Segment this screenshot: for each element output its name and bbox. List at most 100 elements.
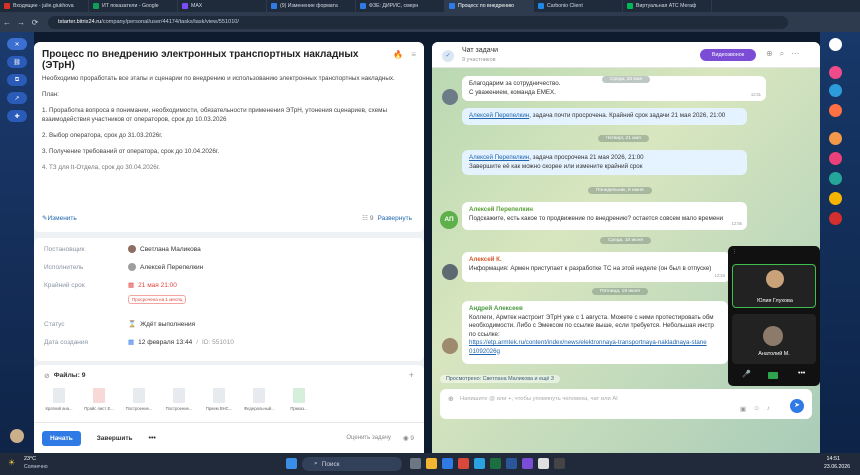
video-call-window[interactable]: ⋮ Юлия Глухова Анатолий М. 🎤 ••• bbox=[728, 246, 820, 386]
browser-tab[interactable]: Виртуальная АТС Мегаф bbox=[623, 0, 712, 12]
avatar bbox=[766, 270, 784, 288]
date-separator: Среда, 20 мая bbox=[602, 76, 651, 83]
participant-tile[interactable]: Юлия Глухова bbox=[732, 264, 816, 308]
attach-icon[interactable]: ⊕ bbox=[448, 395, 454, 403]
clock-date[interactable]: 23.06.2026 bbox=[806, 464, 850, 470]
participant-tile[interactable]: Анатолий М. bbox=[732, 314, 816, 364]
file-thumbnail[interactable]: Прайс лист Е... bbox=[84, 388, 114, 411]
app-icon[interactable] bbox=[522, 458, 533, 469]
video-call-button[interactable]: Видеозвонок bbox=[700, 49, 756, 61]
address-bar-row: ← → ⟳ tstarter.bitrix24.ru/company/perso… bbox=[0, 12, 860, 32]
close-slider-icon[interactable]: ✕ bbox=[7, 38, 27, 50]
avatar bbox=[128, 245, 136, 253]
rate-task-link[interactable]: Оценить задачу bbox=[346, 435, 391, 441]
search-icon[interactable]: ⌕ bbox=[780, 49, 784, 59]
chat-members[interactable]: 9 участников bbox=[462, 57, 496, 63]
user-avatar[interactable] bbox=[10, 429, 24, 443]
browser-tab[interactable]: ИТ показатели - Google bbox=[89, 0, 178, 12]
viewed-by[interactable]: Просмотрено: Светлана Маликова и ещё 3 bbox=[440, 375, 560, 383]
browser-tab[interactable]: Входящие - julie.giukhova bbox=[0, 0, 89, 12]
expand-link[interactable]: Развернуть bbox=[378, 215, 412, 222]
app-icon[interactable] bbox=[829, 132, 842, 145]
app-icon[interactable] bbox=[554, 458, 565, 469]
file-thumbnail[interactable]: Построение... bbox=[124, 388, 154, 411]
explorer-icon[interactable] bbox=[426, 458, 437, 469]
camera-icon[interactable] bbox=[768, 372, 778, 379]
taskbar-search[interactable]: ⌕ Поиск bbox=[302, 457, 402, 471]
file-thumbnail[interactable]: Прием ВНС... bbox=[204, 388, 234, 411]
app-icon[interactable] bbox=[829, 192, 842, 205]
edge-icon[interactable] bbox=[442, 458, 453, 469]
open-new-window-icon[interactable]: ↗ bbox=[7, 92, 27, 104]
edit-link[interactable]: Изменить bbox=[47, 215, 76, 222]
file-name: Построение... bbox=[125, 406, 153, 411]
copy-icon[interactable]: ⧉ bbox=[7, 74, 27, 86]
emoji-icon[interactable]: ☺ bbox=[753, 405, 760, 413]
app-icon[interactable] bbox=[829, 212, 842, 225]
message-input-box[interactable]: ⊕ Напишите @ или +, чтобы упомянуть чело… bbox=[440, 389, 812, 419]
message-input[interactable]: Напишите @ или +, чтобы упомянуть челове… bbox=[460, 396, 618, 402]
chrome-icon[interactable] bbox=[458, 458, 469, 469]
forward-icon[interactable]: → bbox=[14, 18, 28, 27]
desc-step-2: 2. Выбор оператора, срок до 31.03.2026г. bbox=[42, 132, 163, 139]
start-button[interactable]: Начать bbox=[42, 430, 81, 446]
deadline-value[interactable]: 21 мая 21:00 bbox=[138, 282, 177, 289]
windows-start-icon[interactable] bbox=[286, 458, 297, 469]
chat-link[interactable]: 01092026g bbox=[469, 348, 721, 357]
assignee-name[interactable]: Алексей Перепелкин bbox=[140, 264, 203, 271]
bookmark-icon[interactable]: ✚ bbox=[7, 110, 27, 122]
more-icon[interactable]: ⋯ bbox=[791, 49, 799, 59]
clock-time[interactable]: 14:51 bbox=[810, 456, 841, 462]
more-icon[interactable]: ••• bbox=[798, 370, 805, 377]
app-icon[interactable] bbox=[829, 152, 842, 165]
weather-icon: ☀ bbox=[8, 458, 16, 467]
chat-link[interactable]: https://etp.armtek.ru/content/index/news… bbox=[469, 339, 721, 348]
browser-tab[interactable]: Процесс по внедрению bbox=[445, 0, 534, 12]
menu-icon[interactable]: ≡ bbox=[411, 50, 416, 59]
add-file-icon[interactable]: + bbox=[409, 370, 414, 380]
weather-temp: 23°C bbox=[24, 456, 37, 462]
app-icon[interactable] bbox=[829, 104, 842, 117]
browser-tab[interactable]: MAX bbox=[178, 0, 267, 12]
taskview-icon[interactable] bbox=[410, 458, 421, 469]
tab-favicon-icon bbox=[4, 3, 10, 9]
browser-tab[interactable]: (9) Изменение формата bbox=[267, 0, 356, 12]
app-icon[interactable] bbox=[538, 458, 549, 469]
more-icon[interactable]: ⋮ bbox=[732, 249, 737, 255]
browser-tab[interactable]: Carbonio Client bbox=[534, 0, 623, 12]
link-icon[interactable]: ⛓ bbox=[7, 56, 27, 68]
close-icon[interactable] bbox=[829, 38, 842, 51]
app-icon[interactable] bbox=[829, 172, 842, 185]
reload-icon[interactable]: ⟳ bbox=[28, 18, 42, 27]
add-user-icon[interactable]: ⊕ bbox=[766, 49, 773, 59]
telegram-icon[interactable] bbox=[474, 458, 485, 469]
mic-icon[interactable]: 🎤 bbox=[742, 370, 751, 378]
checklist-icon: ☷ bbox=[362, 215, 368, 222]
file-thumbnail[interactable]: Построение... bbox=[164, 388, 194, 411]
complete-button[interactable]: Завершить bbox=[97, 435, 133, 442]
excel-icon[interactable] bbox=[490, 458, 501, 469]
file-thumbnail[interactable]: Приказ... bbox=[284, 388, 314, 411]
chat-message: Алексей Перепелкин Подскажите, есть какое… bbox=[462, 202, 747, 230]
gif-icon[interactable]: ▣ bbox=[740, 405, 746, 413]
created-value: 12 февраля 13:44 bbox=[138, 338, 193, 346]
date-separator: Пятница, 19 июня bbox=[592, 288, 648, 295]
avatar bbox=[442, 89, 458, 105]
url-field[interactable]: tstarter.bitrix24.ru/company/personal/us… bbox=[48, 15, 788, 29]
task-properties-card: Постановщик Светлана Маликова Исполнитель… bbox=[34, 238, 424, 361]
file-thumbnail[interactable]: Краткий ана... bbox=[44, 388, 74, 411]
checklist-count: 9 bbox=[369, 214, 374, 222]
send-button[interactable]: ➤ bbox=[790, 399, 804, 413]
avatar bbox=[442, 338, 458, 354]
mic-icon[interactable]: ♪ bbox=[767, 405, 770, 413]
creator-name[interactable]: Светлана Маликова bbox=[140, 246, 201, 253]
more-button[interactable]: ••• bbox=[149, 435, 156, 442]
browser-tab[interactable]: ФЗЕ: ДИРИС, смерн bbox=[356, 0, 445, 12]
app-icon[interactable] bbox=[829, 66, 842, 79]
back-icon[interactable]: ← bbox=[0, 18, 14, 27]
fire-icon[interactable]: 🔥 bbox=[393, 50, 403, 59]
attachment-icon: ⊘ bbox=[44, 373, 50, 380]
word-icon[interactable] bbox=[506, 458, 517, 469]
app-icon[interactable] bbox=[829, 84, 842, 97]
file-thumbnail[interactable]: Федеральный... bbox=[244, 388, 275, 411]
